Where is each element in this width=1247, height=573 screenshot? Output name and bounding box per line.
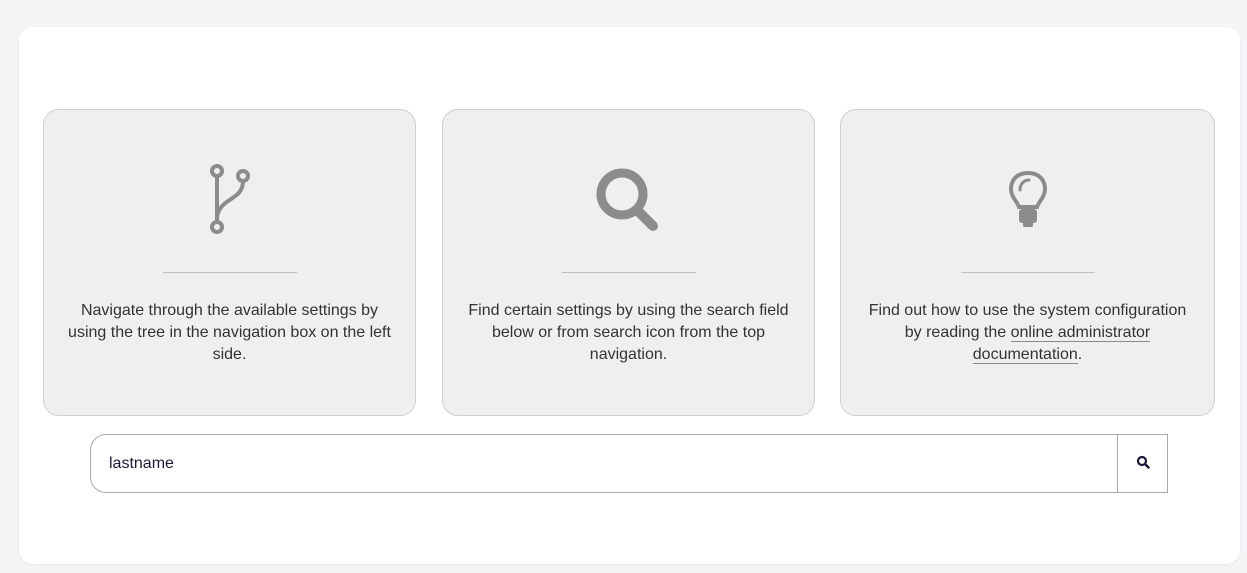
lightbulb-icon [983,154,1073,244]
branch-icon [185,154,275,244]
card-text: Find out how to use the system configura… [861,300,1194,366]
search-input[interactable] [90,434,1117,493]
card-text: Navigate through the available settings … [68,302,391,363]
card-divider [561,272,696,273]
navigate-tree-card: Navigate through the available settings … [43,109,416,416]
settings-search [90,434,1168,493]
card-divider [162,272,297,273]
search-icon [1136,455,1150,472]
card-text-after: . [1077,346,1083,363]
search-icon [584,154,674,244]
search-button[interactable] [1117,434,1168,493]
documentation-card: Find out how to use the system configura… [840,109,1215,416]
search-settings-card: Find certain settings by using the searc… [442,109,815,416]
card-divider [960,272,1095,273]
card-text: Find certain settings by using the searc… [468,302,789,363]
help-cards: Navigate through the available settings … [43,109,1216,418]
